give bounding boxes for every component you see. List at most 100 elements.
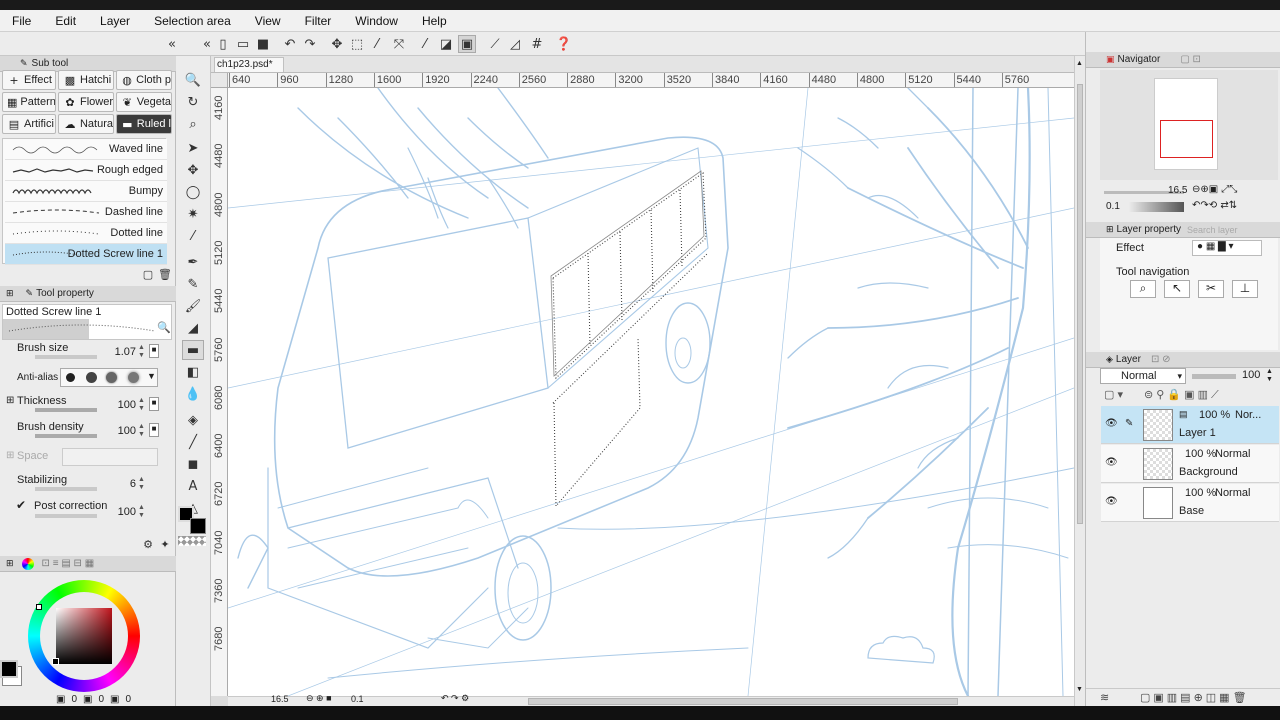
redo-icon[interactable]: ↷ bbox=[301, 35, 319, 53]
menu-file[interactable]: File bbox=[0, 14, 43, 28]
subtab-flower[interactable]: ✿ Flower bbox=[58, 92, 114, 112]
space-selector[interactable] bbox=[62, 448, 158, 466]
save-icon[interactable]: ■ bbox=[254, 35, 272, 53]
snap-special-ruler-icon[interactable]: ◿ bbox=[506, 35, 524, 53]
status-angle[interactable]: 0.1 bbox=[351, 694, 364, 704]
tool-nav-ruler-icon[interactable]: ⊥ bbox=[1232, 280, 1258, 298]
anti-alias-medium-icon[interactable] bbox=[106, 372, 117, 383]
rotate-icon[interactable]: ↶ ↷ ⚙ bbox=[441, 693, 469, 704]
color-tab-icons[interactable]: ⊡ ≡ ▤ ⊟ ▦ bbox=[42, 558, 95, 569]
brush-rough-edged[interactable]: Rough edged bbox=[5, 160, 167, 181]
menu-edit[interactable]: Edit bbox=[43, 14, 88, 28]
tool-nav-search-icon[interactable]: ⌕ bbox=[1130, 280, 1156, 298]
anti-alias-weak-icon[interactable] bbox=[86, 372, 97, 383]
navigator-zoom-icons[interactable]: ⊖⊕▣ ⤢⤡ bbox=[1192, 184, 1237, 195]
stabilizing-slider[interactable] bbox=[35, 487, 97, 491]
subtab-cloth[interactable]: ◍ Cloth p bbox=[116, 70, 172, 90]
brush-dotted-screw-line[interactable]: Dotted Screw line 1 bbox=[5, 244, 167, 265]
post-correction-slider[interactable] bbox=[35, 514, 97, 518]
post-correction-spinner[interactable]: ▲ ▼ bbox=[138, 504, 146, 520]
anti-alias-none-icon[interactable] bbox=[66, 373, 75, 382]
collapse-left-icon[interactable]: « bbox=[163, 35, 181, 53]
copy-subtool-icon[interactable]: ▢ bbox=[140, 266, 156, 282]
post-correction-checkbox[interactable]: ✔ bbox=[16, 498, 26, 512]
subtab-vegetation[interactable]: ❦ Vegeta bbox=[116, 92, 172, 112]
fill-tool-icon[interactable]: ◈ bbox=[182, 410, 204, 430]
brush-tool-icon[interactable]: 🖌 bbox=[182, 296, 204, 316]
blend-mode-select[interactable]: Normal ▾ bbox=[1100, 368, 1186, 384]
subtab-artificial[interactable]: ▤ Artifici bbox=[2, 114, 56, 134]
vertical-scroll-thumb[interactable] bbox=[1077, 84, 1083, 524]
anti-alias-strong-icon[interactable] bbox=[128, 372, 139, 383]
main-color-swatch[interactable] bbox=[0, 660, 18, 678]
navigator-tab-icons[interactable]: ▢ ⊡ bbox=[1180, 54, 1201, 65]
invert-selection-icon[interactable]: ◪ bbox=[437, 35, 455, 53]
pencil-tool-icon[interactable]: ✎ bbox=[182, 274, 204, 294]
hand-tool-icon[interactable]: ⌕ bbox=[182, 114, 204, 134]
line-tool-icon[interactable]: ╱ bbox=[182, 432, 204, 452]
settings-icon[interactable]: ⚙ bbox=[140, 536, 156, 552]
opacity-value[interactable]: 100 bbox=[1242, 369, 1260, 381]
horizontal-scroll-thumb[interactable] bbox=[528, 698, 958, 705]
snap-ruler-icon[interactable]: ⟋ bbox=[486, 35, 504, 53]
opacity-slider[interactable] bbox=[1192, 374, 1236, 379]
frame-tool-icon[interactable]: ◼ bbox=[182, 454, 204, 474]
scroll-down-icon[interactable]: ▼ bbox=[1076, 686, 1083, 693]
chevron-down-icon[interactable]: ▼ bbox=[147, 371, 156, 381]
eraser-tool-icon[interactable]: ◧ bbox=[182, 362, 204, 382]
search-layer-tab[interactable]: Search layer bbox=[1187, 225, 1238, 235]
open-file-icon[interactable]: ▭ bbox=[234, 35, 252, 53]
hue-marker[interactable] bbox=[36, 604, 42, 610]
scroll-up-icon[interactable]: ▲ bbox=[1076, 60, 1083, 67]
rotate-tool-icon[interactable]: ↻ bbox=[182, 92, 204, 112]
drawing-canvas[interactable] bbox=[228, 88, 1074, 696]
brush-density-slider[interactable] bbox=[35, 434, 97, 438]
hue-ring[interactable] bbox=[28, 580, 140, 692]
navigator-preview[interactable] bbox=[1100, 70, 1278, 180]
brush-bumpy[interactable]: Bumpy bbox=[5, 181, 167, 202]
brush-dotted-line[interactable]: Dotted line bbox=[5, 223, 167, 244]
magic-wand-tool-icon[interactable]: ✷ bbox=[182, 204, 204, 224]
pen-edit-icon[interactable]: ✎ bbox=[1125, 418, 1133, 429]
brush-size-value[interactable]: 1.07 bbox=[104, 346, 136, 358]
stabilizing-value[interactable]: 6 bbox=[104, 478, 136, 490]
visibility-eye-icon[interactable]: 👁 bbox=[1105, 418, 1118, 430]
status-zoom[interactable]: 16.5 bbox=[271, 694, 289, 704]
thickness-spinner[interactable]: ▲ ▼ bbox=[138, 397, 146, 413]
subtab-pattern[interactable]: ▦ Pattern bbox=[2, 92, 56, 112]
expand-plus-icon[interactable]: ⊞ bbox=[6, 450, 14, 461]
thickness-slider[interactable] bbox=[35, 408, 97, 412]
vertical-scrollbar[interactable]: ▲ ▼ bbox=[1074, 56, 1085, 706]
clear-icon[interactable]: ✥ bbox=[328, 35, 346, 53]
navigator-zoom-value[interactable]: 16.5 bbox=[1168, 185, 1187, 196]
navigator-rotate-icons[interactable]: ↶↷⟲ ⇄⇅ bbox=[1192, 200, 1237, 211]
layer-tab-icons[interactable]: ⊡ ⊘ bbox=[1151, 354, 1171, 365]
snap-grid-icon[interactable]: # bbox=[528, 35, 546, 53]
undo-icon[interactable]: ↶ bbox=[281, 35, 299, 53]
help-icon[interactable]: ❓ bbox=[555, 35, 573, 53]
navigator-angle-value[interactable]: 0.1 bbox=[1106, 201, 1120, 212]
navigator-angle-slider[interactable] bbox=[1128, 202, 1184, 212]
layer-action-icons[interactable]: ▢▣▥▤⊕◫▦🗑 bbox=[1140, 691, 1250, 704]
subtab-ruled-line[interactable]: ▬ Ruled l bbox=[116, 114, 172, 134]
subtab-nature[interactable]: ☁ Natura bbox=[58, 114, 114, 134]
brush-size-slider[interactable] bbox=[35, 355, 97, 359]
menu-layer[interactable]: Layer bbox=[88, 14, 142, 28]
fill-icon[interactable]: ⁄ bbox=[368, 35, 386, 53]
move-layer-tool-icon[interactable]: ✥ bbox=[182, 160, 204, 180]
anti-alias-selector[interactable]: ▼ bbox=[60, 368, 158, 387]
menu-filter[interactable]: Filter bbox=[293, 14, 344, 28]
deselect-icon[interactable]: ⁄ bbox=[416, 35, 434, 53]
subtab-effect[interactable]: + Effect bbox=[2, 70, 56, 90]
blend-tool-icon[interactable]: 💧 bbox=[182, 384, 204, 404]
brush-density-value[interactable]: 100 bbox=[104, 425, 136, 437]
brush-size-toggle[interactable]: ■ bbox=[149, 344, 159, 358]
clear-outside-icon[interactable]: ⬚ bbox=[348, 35, 366, 53]
thickness-value[interactable]: 100 bbox=[104, 399, 136, 411]
operation-tool-icon[interactable]: ➤ bbox=[182, 138, 204, 158]
visibility-eye-icon[interactable]: 👁 bbox=[1105, 496, 1118, 508]
layer-row-base[interactable]: 👁 100 % Normal Base bbox=[1101, 484, 1279, 522]
opacity-spinner[interactable]: ▲ ▼ bbox=[1266, 368, 1273, 384]
tool-nav-select-icon[interactable]: ↖ bbox=[1164, 280, 1190, 298]
brush-dashed-line[interactable]: Dashed line bbox=[5, 202, 167, 223]
